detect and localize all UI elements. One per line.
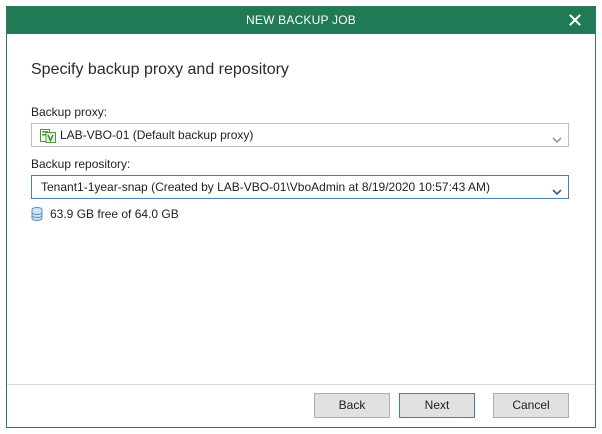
chevron-down-icon [552,183,562,196]
backup-repository-value: Tenant1-1year-snap (Created by LAB-VBO-0… [41,180,490,194]
backup-proxy-value: LAB-VBO-01 (Default backup proxy) [60,128,254,142]
database-icon [31,207,43,222]
title-bar: NEW BACKUP JOB [7,7,595,34]
back-button[interactable]: Back [314,393,390,418]
backup-proxy-label: Backup proxy: [31,105,108,119]
backup-repository-label: Backup repository: [31,157,131,171]
new-backup-job-dialog: NEW BACKUP JOB Specify backup proxy and … [6,6,596,428]
capacity-text: 63.9 GB free of 64.0 GB [50,207,179,221]
server-proxy-icon [40,128,56,143]
backup-repository-select[interactable]: Tenant1-1year-snap (Created by LAB-VBO-0… [31,175,569,199]
dialog-title: NEW BACKUP JOB [246,13,356,27]
chevron-down-icon [552,131,562,143]
backup-proxy-select[interactable]: LAB-VBO-01 (Default backup proxy) [31,123,569,147]
footer-divider [7,384,595,385]
cancel-button[interactable]: Cancel [493,393,569,418]
close-icon[interactable] [565,10,585,30]
next-button[interactable]: Next [399,393,475,418]
page-heading: Specify backup proxy and repository [31,61,289,78]
